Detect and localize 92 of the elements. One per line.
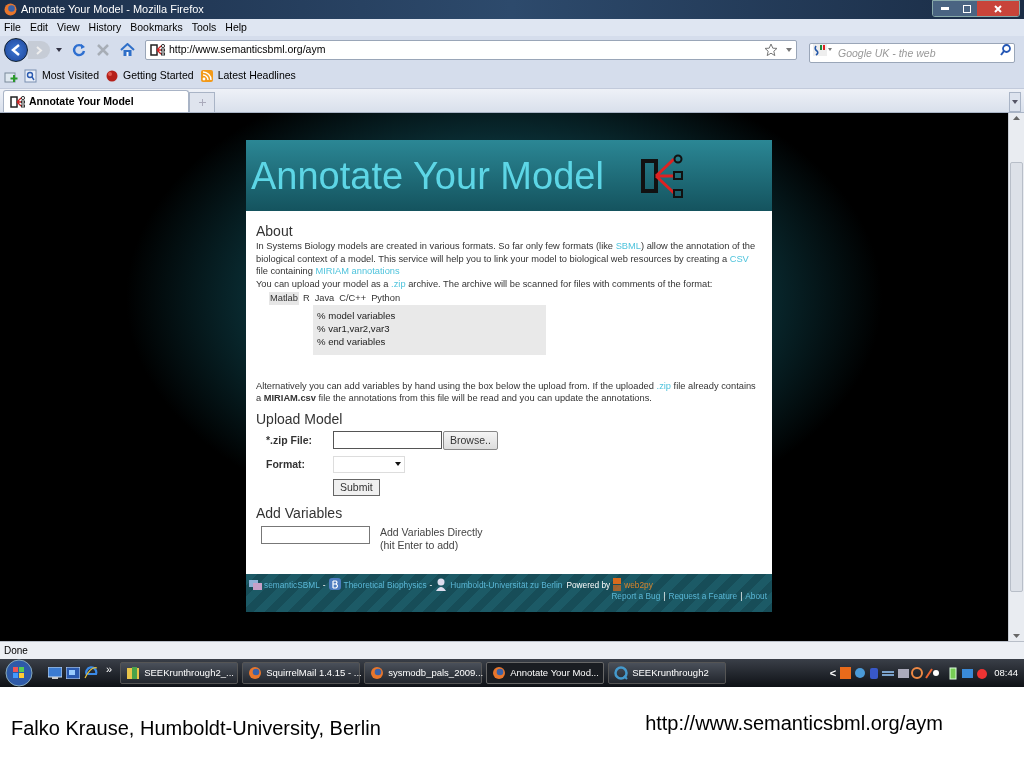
network-icon <box>249 578 262 591</box>
separator-text: - <box>428 580 434 591</box>
minimize-icon <box>941 7 949 10</box>
start-orb-icon[interactable] <box>4 659 34 687</box>
dropdown-caret-icon <box>1012 100 1018 104</box>
folder-icon <box>126 666 141 680</box>
menu-item[interactable]: History <box>88 19 122 36</box>
footer-link[interactable]: semanticSBML <box>264 580 320 591</box>
submit-button[interactable]: Submit <box>333 478 380 496</box>
menu-item[interactable]: Help <box>225 19 247 36</box>
close-button[interactable] <box>977 1 1019 16</box>
field-label: Format: <box>266 457 307 471</box>
code-block: % model variables % var1,var2,var3 % end variables <box>313 304 546 355</box>
bookmark-link[interactable]: Most Visited <box>24 68 99 84</box>
menu-item[interactable]: Edit <box>29 19 48 36</box>
language-tab[interactable]: Python <box>370 292 402 305</box>
windows-switch-icon[interactable] <box>66 667 80 679</box>
footer-link[interactable]: Request a Feature <box>668 591 738 602</box>
taskbar-button[interactable]: SquirrelMail 1.4.15 - ... <box>242 662 361 684</box>
web2py-icon <box>612 578 623 591</box>
page-search-icon <box>24 69 38 83</box>
bust-icon <box>435 578 449 591</box>
alternative-text: Alternatively you can add variables by hand using the box below the upload from. If the uploaded .zip file already contains a MIRIAM.csv file the annotations from this file will be read and you can update the annotations. <box>256 379 757 405</box>
separator-text: - <box>321 580 327 591</box>
menu-item[interactable]: File <box>4 19 21 36</box>
section-heading: About <box>256 223 294 239</box>
scroll-down-icon[interactable] <box>1013 634 1020 638</box>
search-field[interactable]: Google UK - the web <box>809 43 1015 63</box>
slide-caption: Falko Krause, Humboldt-University, Berlin <box>11 716 381 741</box>
language-tab[interactable]: C/C++ <box>338 292 368 305</box>
footer-link[interactable]: Humboldt-Universität zu Berlin <box>450 580 563 591</box>
restore-icon <box>963 4 971 13</box>
scroll-thumb[interactable] <box>1010 162 1023 592</box>
dropdown-caret-icon[interactable] <box>56 48 62 52</box>
reload-icon[interactable] <box>72 43 86 57</box>
powered-text: Powered by <box>566 580 611 591</box>
language-tab[interactable]: Matlab <box>269 292 299 305</box>
close-icon <box>994 4 1002 13</box>
page-title: Annotate Your Model <box>251 156 604 195</box>
footer-link[interactable]: Report a Bug <box>611 591 661 602</box>
dropdown-caret-icon <box>786 48 792 52</box>
about-text: In Systems Biology models are created in various formats. So far only few formats (like SBML) allow the annotation of the biological context of a model. This service will help you to link your model to biological web resources by creating a CSV file containing MIRIAM annotations <box>256 240 757 278</box>
footer-link[interactable]: Theoretical Biophysics <box>343 580 427 591</box>
search-icon[interactable] <box>1000 44 1011 56</box>
upload-text: You can upload your model as a .zip archive. The archive will be scanned for files with comments of the format: <box>256 277 714 290</box>
site-icon <box>150 43 165 57</box>
browse-button[interactable]: Browse.. <box>443 430 498 450</box>
bookmark-link[interactable]: Getting Started <box>105 68 194 84</box>
sphere-icon <box>105 69 119 83</box>
search-engine-icon <box>813 43 833 57</box>
taskbar-button[interactable]: SEEKrunthrough2_... <box>120 662 239 684</box>
address-bar[interactable]: http://www.semanticsbml.org/aym <box>145 40 797 60</box>
separator-text: | <box>740 591 743 602</box>
site-icon <box>10 94 25 109</box>
back-button[interactable] <box>4 38 28 62</box>
status-text: Done <box>4 644 28 658</box>
rss-icon <box>199 69 214 83</box>
language-tab[interactable]: Java <box>313 292 336 305</box>
hint-text: (hit Enter to add) <box>380 538 460 552</box>
tray-expand-button[interactable]: < <box>829 664 837 682</box>
taskbar-button[interactable]: Annotate Your Mod... <box>486 662 605 684</box>
section-heading: Add Variables <box>256 504 344 521</box>
restore-button[interactable] <box>957 1 977 16</box>
dropdown-caret-icon <box>395 462 401 466</box>
browser-tab[interactable]: Annotate Your Model <box>3 90 189 112</box>
separator-text: | <box>663 591 666 602</box>
menu-item[interactable]: Tools <box>191 19 217 36</box>
taskbar-button[interactable]: sysmodb_pals_2009... <box>364 662 483 684</box>
slide-caption: http://www.semanticsbml.org/aym <box>645 711 943 736</box>
taskbar-button[interactable]: SEEKrunthrough2 <box>608 662 727 684</box>
window-title: Annotate Your Model - Mozilla Firefox <box>21 2 205 18</box>
language-tab[interactable]: R <box>301 292 311 305</box>
bookmark-link[interactable]: Latest Headlines <box>199 68 296 84</box>
footer-link[interactable]: About <box>745 591 767 602</box>
add-page-icon[interactable] <box>4 69 18 83</box>
hint-text: Add Variables Directly <box>380 525 483 539</box>
scroll-up-icon[interactable] <box>1013 116 1020 120</box>
minimize-button[interactable] <box>933 1 957 16</box>
menu-item[interactable]: Bookmarks <box>130 19 183 36</box>
plus-icon <box>198 99 206 106</box>
star-icon <box>764 43 778 57</box>
overflow-button[interactable]: » <box>106 660 113 678</box>
section-heading: Upload Model <box>256 410 344 427</box>
desktop-icon[interactable] <box>48 667 62 679</box>
clock-text: 08:44 <box>994 665 1018 680</box>
letter-b-badge-icon <box>328 578 342 591</box>
menu-item[interactable]: View <box>57 19 80 36</box>
home-icon[interactable] <box>120 43 135 57</box>
field-label: *.zip File: <box>266 433 314 447</box>
tab-list-button[interactable] <box>1009 92 1021 112</box>
variable-field[interactable] <box>261 525 370 544</box>
file-field[interactable] <box>333 431 442 449</box>
